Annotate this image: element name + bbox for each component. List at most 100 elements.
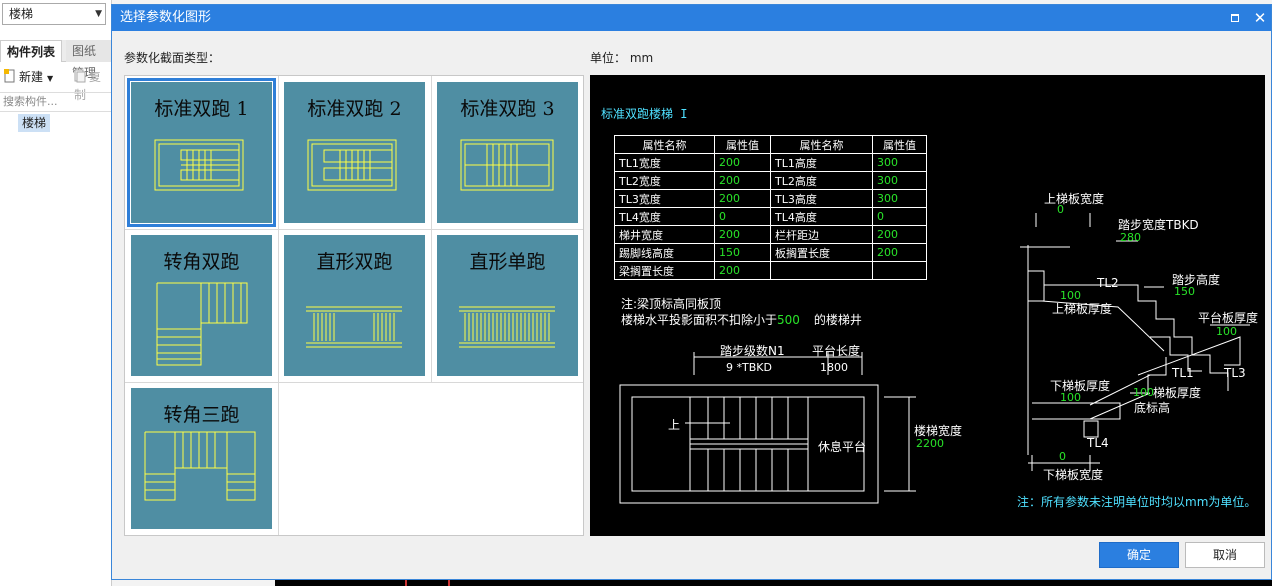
landing-value: 1800 [820,361,848,374]
table-cell: 栏杆距边 [770,225,873,244]
type-grid: 标准双跑 1 标准双跑 2 标准双跑 3 转角双跑 直形双跑 直形单跑 转角三跑 [124,75,584,536]
riser-value: 150 [1174,285,1195,298]
table-cell: 200 [714,225,771,244]
table-cell: 200 [714,171,771,190]
table-cell: TL1高度 [770,153,873,172]
new-button[interactable]: 新建 ▼ [4,68,53,86]
table-cell: TL1宽度 [614,153,715,172]
table-cell: 150 [714,243,771,262]
ok-button[interactable]: 确定 [1099,542,1179,568]
close-button[interactable]: ✕ [1252,10,1268,26]
rest-platform-label: 休息平台 [818,440,867,454]
table-cell: 板搁置长度 [770,243,873,262]
table-cell [872,261,927,280]
header-cell: 属性名称 [614,135,715,154]
table-cell: TL3宽度 [614,189,715,208]
note-projection-value: 500 [777,313,800,327]
platform-thickness-value: 100 [1216,325,1237,338]
tl4-label: TL4 [1087,436,1109,450]
table-cell [770,261,873,280]
table-cell: 200 [714,189,771,208]
close-icon: ✕ [1253,9,1267,27]
shape-preview: 标准双跑楼梯 I 属性名称 属性值 属性名称 属性值 TL1宽度 200 TL1… [590,75,1265,536]
type-option-standard-double-3[interactable]: 标准双跑 3 [431,76,584,229]
table-cell: 200 [714,153,771,172]
preview-title: 标准双跑楼梯 I [601,107,688,121]
maximize-icon [1231,14,1239,22]
type-thumbnail: 直形双跑 [284,235,425,376]
type-option-straight-single[interactable]: 直形单跑 [431,229,584,382]
table-cell: TL4宽度 [614,207,715,226]
table-cell: TL4高度 [770,207,873,226]
bottom-slab-width-value: 0 [1059,450,1066,463]
header-cell: 属性名称 [770,135,873,154]
type-option-standard-double-2[interactable]: 标准双跑 2 [278,76,431,229]
table-cell: 200 [714,261,771,280]
type-option-corner-triple[interactable]: 转角三跑 [125,382,278,535]
platform-thickness-label: 平台板厚度 [1198,311,1259,325]
category-select[interactable]: 楼梯 ▼ [2,3,106,25]
tab-component-list[interactable]: 构件列表 [0,40,63,62]
table-cell: 梁搁置长度 [614,261,715,280]
bottom-slab-width-label: 下梯板宽度 [1043,468,1104,482]
bottom-elevation-label: 底标高 [1134,401,1171,415]
chevron-down-icon: ▼ [95,9,102,19]
new-button-label: 新建 [19,70,44,84]
table-cell: 0 [714,207,771,226]
stair-plan-icon [307,139,397,191]
top-slab-thickness-label: 上梯板厚度 [1052,302,1113,316]
type-option-standard-double-1[interactable]: 标准双跑 1 [125,76,278,229]
table-cell: 200 [872,243,927,262]
table-row: 梁搁置长度 200 [614,261,927,280]
dialog-title: 选择参数化图形 [120,10,212,25]
type-option-corner-double[interactable]: 转角双跑 [125,229,278,382]
table-row: TL4宽度 0 TL4高度 0 [614,207,927,226]
component-panel: 楼梯 ▼ 构件列表 图纸管理 新建▼ 复制 搜索构件... 楼梯 [0,0,112,586]
tread-width-value: 280 [1120,231,1141,244]
tab-drawing-management[interactable]: 图纸管理 [66,40,112,80]
type-option-straight-double[interactable]: 直形双跑 [278,229,431,382]
table-cell: 300 [872,171,927,190]
table-row: 踢脚线高度 150 板搁置长度 200 [614,243,927,262]
types-label: 参数化截面类型： [124,51,221,65]
table-row: TL1宽度 200 TL1高度 300 [614,153,927,172]
maximize-button[interactable] [1227,10,1243,26]
table-row: TL2宽度 200 TL2高度 300 [614,171,927,190]
panel-toolbar: 新建 ▼ 复制 [0,66,112,102]
search-input[interactable]: 搜索构件... [0,92,112,112]
stair-plan-icon [306,306,402,348]
note-projection-pre: 楼梯水平投影面积不扣除小于 [621,313,778,327]
tree-item-stairs[interactable]: 楼梯 [18,114,51,132]
stair-plan-icon [156,282,248,366]
stair-plan-icon [459,306,555,348]
top-slab-width-label: 上梯板宽度 [1044,192,1105,206]
property-table: 属性名称 属性值 属性名称 属性值 TL1宽度 200 TL1高度 300 TL… [614,135,927,280]
steps-value: 9 *TBKD [726,361,772,374]
tl3-label: TL3 [1224,366,1246,380]
cancel-button[interactable]: 取消 [1185,542,1265,568]
type-thumbnail: 标准双跑 3 [437,82,578,223]
copy-icon [74,69,86,83]
landing-label: 平台长度 [812,344,861,358]
table-row: TL3宽度 200 TL3高度 300 [614,189,927,208]
table-cell: TL2宽度 [614,171,715,190]
note-projection: 楼梯水平投影面积不扣除小于500 的楼梯井 [621,311,862,328]
note-beam-top: 注:梁顶标高同板顶 [621,297,722,311]
top-slab-width-value: 0 [1057,203,1064,216]
header-cell: 属性值 [872,135,927,154]
type-thumbnail: 标准双跑 1 [127,78,276,227]
type-thumbnail: 转角三跑 [131,388,272,529]
footer-note: 注：所有参数未注明单位时均以mm为单位。 [1017,495,1257,509]
copy-button[interactable]: 复制 [74,68,112,102]
new-document-icon [4,69,16,83]
table-cell: 踢脚线高度 [614,243,715,262]
table-cell: 200 [872,225,927,244]
tl1-label: TL1 [1172,366,1194,380]
steps-label: 踏步级数N1 [720,344,785,358]
note-projection-post: 的楼梯井 [813,313,862,327]
table-cell: 梯井宽度 [614,225,715,244]
panel-tabs: 构件列表 图纸管理 [0,40,112,80]
stair-plan-icon [144,431,256,501]
header-cell: 属性值 [714,135,771,154]
stair-slab-thickness-value: 100 [1133,386,1154,399]
